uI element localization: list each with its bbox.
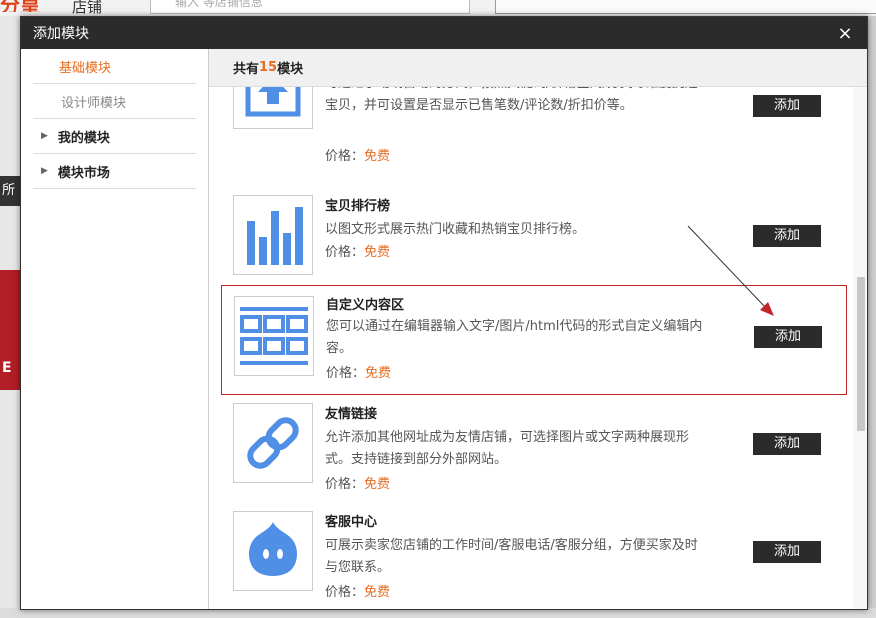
module-price: 价格：免费 xyxy=(326,362,391,381)
price-label: 价格： xyxy=(326,366,366,381)
module-count-suffix: 模块 xyxy=(277,62,304,77)
sidebar-item-label: 我的模块 xyxy=(57,130,110,146)
background-banner-text: E xyxy=(2,360,12,376)
dialog-title: 添加模块 xyxy=(33,26,89,42)
chevron-right-icon: ▶ xyxy=(41,131,48,141)
add-module-dialog: 添加模块 × 基础模块 设计师模块 ▶ 我的模块 ▶ 模块市场 共有 15 模块… xyxy=(20,16,868,610)
background-panel xyxy=(495,0,876,14)
module-list-panel: 共有 15 模块 可通过手动或自动的方式，按照关键词/价格区间/分类等维度挑选宝… xyxy=(209,49,867,609)
module-thumbnail xyxy=(233,403,313,483)
grid-icon xyxy=(240,307,308,365)
module-item-customer-service: 客服中心 可展示卖家您店铺的工作时间/客服电话/客服分组，方便买家及时与您联系。… xyxy=(221,511,845,609)
chevron-right-icon: ▶ xyxy=(41,166,48,176)
module-list-scrollbar[interactable] xyxy=(853,87,867,609)
chat-bubble-icon xyxy=(249,522,297,576)
module-description: 您可以通过在编辑器输入文字/图片/html代码的形式自定义编辑内容。 xyxy=(326,319,703,356)
module-category-sidebar: 基础模块 设计师模块 ▶ 我的模块 ▶ 模块市场 xyxy=(21,49,209,609)
module-price: 价格：免费 xyxy=(325,145,390,164)
price-value: 免费 xyxy=(365,366,392,381)
module-thumbnail xyxy=(233,87,313,129)
module-count-header: 共有 15 模块 xyxy=(209,49,867,87)
module-count-value: 15 xyxy=(259,60,278,75)
module-item-search-list: 可通过手动或自动的方式，按照关键词/价格区间/分类等维度挑选宝贝，并可设置是否显… xyxy=(221,87,845,164)
background-logo: 分皇 xyxy=(0,0,40,12)
sidebar-item-label: 基础模块 xyxy=(59,60,112,76)
sidebar-item-basic-modules[interactable]: 基础模块 xyxy=(33,49,196,84)
module-item-custom-content: 自定义内容区 您可以通过在编辑器输入文字/图片/html代码的形式自定义编辑内容… xyxy=(221,285,847,395)
scrollbar-thumb[interactable] xyxy=(857,277,865,431)
background-left-label: 所 xyxy=(0,176,20,206)
module-count-prefix: 共有 xyxy=(233,62,260,77)
module-description: 可通过手动或自动的方式，按照关键词/价格区间/分类等维度挑选宝贝，并可设置是否显… xyxy=(325,87,698,113)
add-module-button[interactable]: 添加 xyxy=(754,326,822,348)
module-name: 自定义内容区 xyxy=(326,298,405,313)
sidebar-item-my-modules[interactable]: ▶ 我的模块 xyxy=(33,119,196,154)
module-thumbnail xyxy=(234,296,314,376)
module-description: 允许添加其他网址成为友情店铺，可选择图片或文字两种展现形式。支持链接到部分外部网… xyxy=(325,430,690,467)
module-price: 价格：免费 xyxy=(325,241,390,260)
sidebar-item-module-market[interactable]: ▶ 模块市场 xyxy=(33,154,196,189)
background-search-input: 输入 等店铺信息 xyxy=(150,0,470,14)
sidebar-item-designer-modules[interactable]: 设计师模块 xyxy=(33,84,196,119)
upload-icon xyxy=(245,87,301,117)
price-value: 免费 xyxy=(364,585,391,600)
background-logo-suffix: 店铺 xyxy=(72,0,103,16)
add-module-button[interactable]: 添加 xyxy=(753,95,821,117)
sidebar-item-label: 设计师模块 xyxy=(61,95,127,111)
module-thumbnail xyxy=(233,511,313,591)
price-value: 免费 xyxy=(364,245,391,260)
add-module-button[interactable]: 添加 xyxy=(753,225,821,247)
price-label: 价格： xyxy=(325,245,365,260)
module-description: 以图文形式展示热门收藏和热销宝贝排行榜。 xyxy=(325,222,586,237)
background-banner: E xyxy=(0,270,20,390)
module-item-friend-links: 友情链接 允许添加其他网址成为友情店铺，可选择图片或文字两种展现形式。支持链接到… xyxy=(221,403,845,511)
module-price: 价格：免费 xyxy=(325,581,390,600)
price-label: 价格： xyxy=(325,149,365,164)
module-list: 可通过手动或自动的方式，按照关键词/价格区间/分类等维度挑选宝贝，并可设置是否显… xyxy=(209,87,853,609)
link-icon xyxy=(247,417,299,469)
module-name: 宝贝排行榜 xyxy=(325,199,391,214)
dialog-header: 添加模块 × xyxy=(21,17,867,49)
price-label: 价格： xyxy=(325,477,365,492)
add-module-button[interactable]: 添加 xyxy=(753,541,821,563)
module-thumbnail xyxy=(233,195,313,275)
sidebar-item-label: 模块市场 xyxy=(57,165,110,181)
price-label: 价格： xyxy=(325,585,365,600)
close-icon[interactable]: × xyxy=(835,23,855,44)
module-description: 可展示卖家您店铺的工作时间/客服电话/客服分组，方便买家及时与您联系。 xyxy=(325,538,698,575)
add-module-button[interactable]: 添加 xyxy=(753,433,821,455)
price-value: 免费 xyxy=(364,149,391,164)
module-name: 客服中心 xyxy=(325,515,378,530)
price-value: 免费 xyxy=(364,477,391,492)
dialog-body: 基础模块 设计师模块 ▶ 我的模块 ▶ 模块市场 共有 15 模块 宝贝，并可设… xyxy=(21,49,867,609)
bar-chart-icon xyxy=(247,207,303,265)
module-price: 价格：免费 xyxy=(325,473,390,492)
module-name: 友情链接 xyxy=(325,407,378,422)
